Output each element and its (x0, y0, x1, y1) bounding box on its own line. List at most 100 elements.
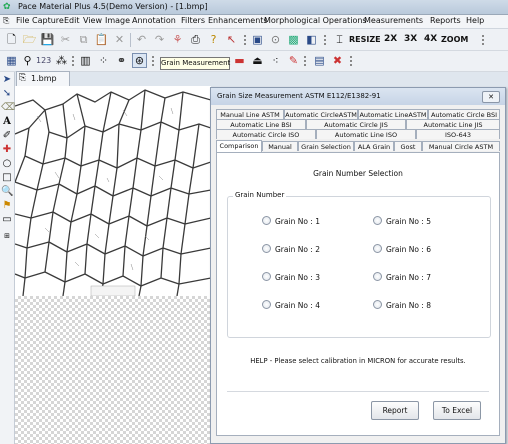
zoom-button[interactable]: ZOOM (441, 35, 468, 44)
radio-circle[interactable] (373, 272, 382, 281)
layer-tool-icon[interactable]: ▬ (232, 53, 247, 68)
toolbar-grip[interactable] (304, 56, 310, 66)
select-tool-icon[interactable]: ➘ (1, 88, 13, 100)
toolbar-grip[interactable] (152, 56, 158, 66)
new-file-icon[interactable]: 🗋 (4, 32, 19, 47)
toolbar-grip[interactable] (482, 35, 488, 45)
radio-grain-2[interactable]: Grain No : 2 (262, 244, 320, 254)
radio-circle[interactable] (262, 244, 271, 253)
radio-circle[interactable] (373, 244, 382, 253)
radio-circle[interactable] (262, 216, 271, 225)
capture-icon[interactable]: ⚘ (170, 32, 185, 47)
tab-comparison[interactable]: Comparison (216, 140, 262, 152)
radio-circle[interactable] (262, 300, 271, 309)
radio-circle[interactable] (262, 272, 271, 281)
tab-gost[interactable]: Gost (394, 141, 422, 151)
text-tool-icon[interactable]: A (1, 116, 13, 128)
radio-grain-3[interactable]: Grain No : 3 (262, 272, 320, 282)
menu-morphological-operations[interactable]: Morphological Operations (264, 16, 367, 25)
save-icon[interactable]: 💾 (40, 32, 55, 47)
porosity-tool-icon[interactable]: ⁖ (268, 53, 283, 68)
close-icon[interactable]: ✕ (482, 91, 500, 103)
eraser-tool-icon[interactable]: ⌫ (1, 102, 15, 114)
tab-ala-grain[interactable]: ALA Grain (354, 141, 394, 151)
radio-grain-5[interactable]: Grain No : 5 (373, 216, 431, 226)
tab-automatic-circle-iso[interactable]: Automatic Circle ISO (216, 129, 316, 139)
zoom-3x-button[interactable]: 3X (404, 34, 417, 44)
cut-icon[interactable]: ✂ (58, 32, 73, 47)
rectangle-tool-icon[interactable]: □ (1, 172, 13, 184)
report-tool-icon[interactable]: ▤ (312, 53, 327, 68)
delete-icon[interactable]: ✕ (112, 32, 127, 47)
pen-tool-icon[interactable]: ✐ (1, 130, 13, 142)
radio-grain-6[interactable]: Grain No : 6 (373, 244, 431, 254)
radio-circle[interactable] (373, 300, 382, 309)
tab-automatic-circle-astm[interactable]: Automatic CircleASTM (284, 109, 358, 119)
tab-manual-line-astm[interactable]: Manual Line ASTM (216, 109, 284, 119)
copy-icon[interactable]: ⧉ (76, 32, 91, 47)
radio-grain-4[interactable]: Grain No : 4 (262, 300, 320, 310)
window-icon[interactable]: ◧ (304, 32, 319, 47)
tab-automatic-line-bsi[interactable]: Automatic Line BSI (216, 119, 306, 129)
resize-icon[interactable]: ⌶ (332, 32, 347, 47)
camera-icon[interactable]: ⊙ (268, 32, 283, 47)
undo-icon[interactable]: ↶ (134, 32, 149, 47)
histogram-icon[interactable]: ▥ (78, 53, 93, 68)
menu-image[interactable]: Image (105, 16, 130, 25)
report-button[interactable]: Report (371, 401, 419, 420)
zoom-4x-button[interactable]: 4X (424, 34, 437, 44)
tab-automatic-circle-bsi[interactable]: Automatic Circle BSI (428, 109, 500, 119)
phase-tool-icon[interactable]: ⚲ (20, 53, 35, 68)
print-icon[interactable]: ⎙ (188, 32, 203, 47)
context-help-icon[interactable]: ↖ (224, 32, 239, 47)
brush-tool-icon[interactable]: ✚ (1, 144, 13, 156)
tab-automatic-line-iso[interactable]: Automatic Line ISO (316, 129, 416, 139)
menu-enhancements[interactable]: Enhancements (208, 16, 268, 25)
radio-circle[interactable] (373, 216, 382, 225)
menu-view[interactable]: View (83, 16, 102, 25)
scale-tool-icon[interactable]: ⊞ (1, 230, 13, 242)
to-excel-button[interactable]: To Excel (433, 401, 481, 420)
dots-tool-icon[interactable]: ⁘ (96, 53, 111, 68)
resize-button[interactable]: RESIZE (349, 35, 381, 44)
redo-icon[interactable]: ↷ (152, 32, 167, 47)
menu-help[interactable]: Help (466, 16, 484, 25)
coating-tool-icon[interactable]: ⏏ (250, 53, 265, 68)
radio-grain-8[interactable]: Grain No : 8 (373, 300, 431, 310)
tab-grain-selection[interactable]: Grain Selection (298, 141, 354, 151)
nodules-tool-icon[interactable]: ⚭ (114, 53, 129, 68)
inclusion-tool-icon[interactable]: ✎ (286, 53, 301, 68)
tab-automatic-circle-jis[interactable]: Automatic Circle JIS (306, 119, 406, 129)
grid-tool-icon[interactable]: ▦ (4, 53, 19, 68)
toolbar-grip[interactable] (324, 35, 330, 45)
menu-filters[interactable]: Filters (181, 16, 205, 25)
ruler-tool-icon[interactable]: ▭ (1, 214, 13, 226)
tab-manual-circle-astm[interactable]: Manual Circle ASTM (422, 141, 500, 151)
document-tab[interactable]: ⎘ 1.bmp (16, 71, 70, 86)
paste-icon[interactable]: 📋 (94, 32, 109, 47)
menu-measurements[interactable]: Measurements (364, 16, 423, 25)
image-icon[interactable]: ▩ (286, 32, 301, 47)
zoom-tool-icon[interactable]: 🔍 (1, 186, 13, 198)
measure-tool-icon[interactable]: ⚑ (1, 200, 13, 212)
radio-grain-1[interactable]: Grain No : 1 (262, 216, 320, 226)
pointer-tool-icon[interactable]: ➤ (1, 74, 13, 86)
ellipse-tool-icon[interactable]: ○ (1, 158, 13, 170)
menu-capture[interactable]: Capture (32, 16, 64, 25)
tab-automatic-line-astm[interactable]: Automatic LineASTM (358, 109, 428, 119)
grain-measurement-icon[interactable]: ⊛ (132, 53, 147, 68)
tab-manual[interactable]: Manual (262, 141, 298, 151)
zoom-2x-button[interactable]: 2X (384, 34, 397, 44)
toolbar-grip[interactable] (350, 56, 356, 66)
menu-annotation[interactable]: Annotation (132, 16, 176, 25)
menu-edit[interactable]: Edit (64, 16, 80, 25)
help-icon[interactable]: ? (206, 32, 221, 47)
close-image-icon[interactable]: ✖ (330, 53, 345, 68)
count-tool-icon[interactable]: 123 (36, 53, 51, 68)
screen-icon[interactable]: ▣ (250, 32, 265, 47)
menu-reports[interactable]: Reports (430, 16, 461, 25)
open-folder-icon[interactable]: 🗁 (22, 32, 37, 47)
tab-automatic-line-jis[interactable]: Automatic Line JIS (406, 119, 500, 129)
menu-file[interactable]: File (16, 16, 29, 25)
image-canvas[interactable] (15, 86, 211, 444)
